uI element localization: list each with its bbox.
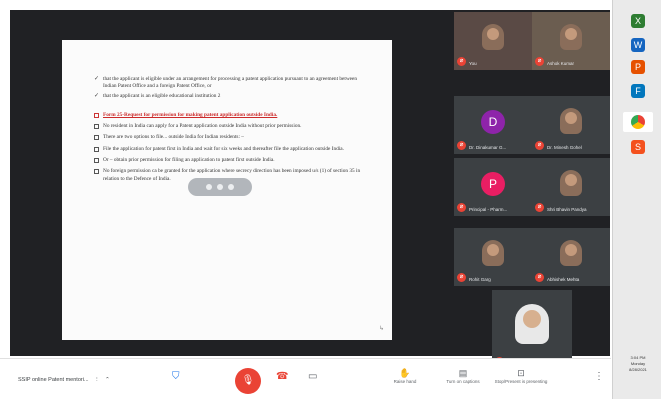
loading-indicator [188,178,252,196]
slide-line-text: Or – obtain prior permission for filing … [103,157,275,164]
participant-photo [560,108,582,134]
mic-muted-icon: ⌀ [457,273,466,282]
participant-name: You [469,61,477,66]
present-icon: ⊡ [517,368,525,378]
meeting-name-text: SSIP online Patent mentori... [18,377,89,383]
participant-name: Principal - Pharm... [469,207,508,212]
captions-icon: ▤ [458,368,468,378]
participant-grid: ⌀ You ⌀ Ashok Kumar D ⌀ Dr. Dinakumar G... ⌀ Dr.… [452,10,610,370]
raise-hand-button[interactable]: ✋ Raise hand [378,368,432,385]
chevron-up-icon[interactable]: ⌃ [105,377,110,383]
mic-icon: 🎙 [241,375,255,386]
more-vert-icon[interactable]: ⋮ [94,377,100,383]
checkbox-bullet-icon [94,123,103,132]
slide-bullet-line: Form 25-Request for permission for makin… [94,112,364,121]
checkbox-bullet-icon [94,112,103,121]
slide-corner-mark: ↳ [378,326,384,332]
slide-bullet-line: There are two options to file... outside… [94,134,364,143]
checkbox-bullet-icon [94,157,103,166]
participant-name: Dr. Dinakumar G... [469,145,507,150]
loading-dot [228,184,234,190]
participant-photo [560,24,582,50]
checkmark-icon: ✓ [94,76,100,82]
checkmark-icon: ✓ [94,92,100,99]
shield-icon[interactable]: ⛉ [172,371,180,382]
slide-line-text: Form 25-Request for permission for makin… [103,111,278,118]
participant-tile[interactable]: ⌀ You [454,12,532,70]
participant-tile[interactable]: ⌀ Ashok Kumar [532,12,610,70]
participant-photo [560,240,582,266]
participant-photo [560,170,582,196]
chrome-taskbar-button[interactable] [623,112,653,132]
slide-bullet-line: File the application for patent first in… [94,146,364,155]
mic-muted-icon: ⌀ [535,203,544,212]
meeting-screen: ✓ that the applicant is eligible under an… [0,0,661,399]
meeting-control-bar: SSIP online Patent mentori... ⋮ ⌃ ⛉ 🎙 ☎ … [0,358,611,399]
participant-tile[interactable]: D ⌀ Dr. Dinakumar G... [454,96,532,154]
mic-button[interactable]: 🎙 [235,368,261,394]
word-icon[interactable]: W [631,38,645,52]
mic-muted-icon: ⌀ [457,203,466,212]
slide-content: ✓ that the applicant is eligible under an… [94,76,364,183]
loading-dot [206,184,212,190]
participant-photo [482,240,504,266]
app-icon[interactable]: S [631,140,645,154]
participant-tile[interactable]: P ⌀ Principal - Pharm... [454,158,532,216]
captions-button[interactable]: ▤ Turn on captions [436,368,490,385]
meeting-stage: ✓ that the applicant is eligible under an… [10,10,610,370]
present-label: Stop/Present is presenting [494,379,548,384]
participant-name: Shri Bhavin Pandya [547,207,587,212]
participant-name: Ashok Kumar [547,61,575,66]
slide-line-text: There are two options to file... outside… [103,134,244,141]
mic-muted-icon: ⌀ [535,273,544,282]
more-options-icon[interactable]: ⋮ [594,371,604,382]
slide-bullet-line: ✓ that the applicant is eligible under an… [94,76,364,91]
avatar: D [481,110,505,134]
clock-date: 8/28/2021 [629,367,647,372]
participant-tile[interactable]: ⌀ Rohit Garg [454,228,532,286]
checkbox-bullet-icon [94,168,103,177]
excel-icon[interactable]: X [631,14,645,28]
slide-line-text: No resident in India can apply for a Pat… [103,123,302,130]
avatar: P [481,172,505,196]
loading-dot [217,184,223,190]
mic-muted-icon: ⌀ [457,57,466,66]
mic-muted-icon: ⌀ [535,141,544,150]
presentation-area: ✓ that the applicant is eligible under an… [10,10,452,356]
system-clock[interactable]: 3:04 PM Monday 8/28/2021 [617,355,659,373]
participant-name: Dr. Minesh Gohel [547,145,582,150]
slide-bullet-line: No resident in India can apply for a Pat… [94,123,364,132]
participant-tile[interactable]: ⌀ Abhishek Mehta [532,228,610,286]
slide-line-text: that the applicant is eligible under an … [103,76,358,90]
participant-photo [515,304,549,344]
participant-name: Abhishek Mehta [547,277,580,282]
raise-hand-label: Raise hand [393,379,417,384]
camera-icon[interactable]: ▭ [308,371,317,382]
participant-tile[interactable]: ⌀ Dr. Minesh Gohel [532,96,610,154]
hand-icon: ✋ [399,368,411,378]
mic-muted-icon: ⌀ [535,57,544,66]
checkbox-bullet-icon [94,134,103,143]
participant-photo [482,24,504,50]
participant-name: Rohit Garg [469,277,491,282]
file-explorer-icon[interactable]: F [631,84,645,98]
present-button[interactable]: ⊡ Stop/Present is presenting [494,368,548,385]
slide-gap [94,102,364,112]
slide-bullet-line: ✓ that the applicant is an eligible educa… [94,93,364,100]
meeting-title[interactable]: SSIP online Patent mentori... ⋮ ⌃ [18,377,110,383]
mic-muted-icon: ⌀ [457,141,466,150]
slide-bullet-line: Or – obtain prior permission for filing … [94,157,364,166]
windows-taskbar: X W P F S 3:04 PM Monday 8/28/2021 [612,0,661,399]
slide-line-text: File the application for patent first in… [103,145,344,152]
slide-line-text: that the applicant is an eligible educat… [103,92,221,99]
participant-tile[interactable]: ⌀ Shri Bhavin Pandya [532,158,610,216]
captions-label: Turn on captions [446,379,480,384]
checkbox-bullet-icon [94,146,103,155]
powerpoint-icon[interactable]: P [631,60,645,74]
phone-hangup-icon[interactable]: ☎ [276,371,288,382]
chrome-icon [631,115,645,129]
